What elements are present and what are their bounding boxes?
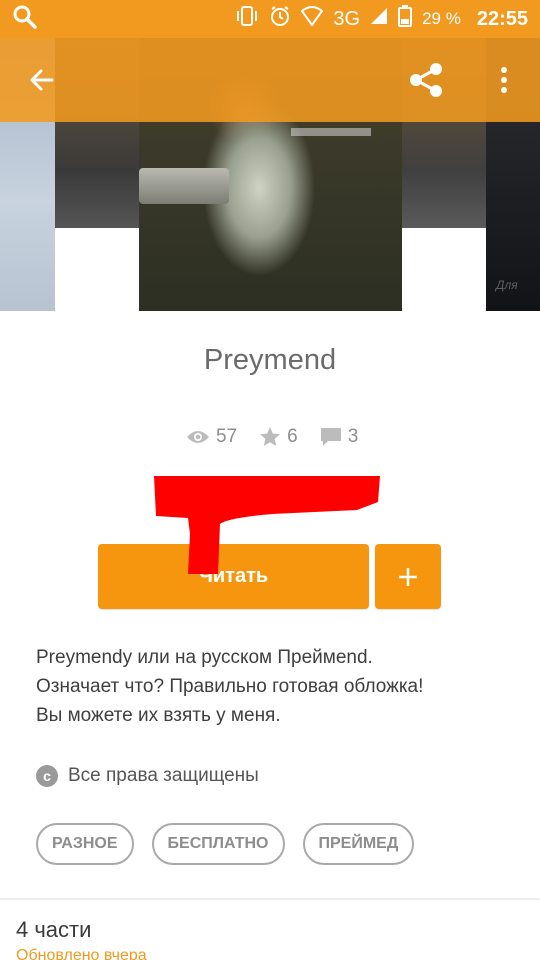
vibrate-icon bbox=[235, 5, 259, 33]
plus-icon bbox=[399, 567, 417, 586]
network-type: 3G bbox=[333, 7, 361, 30]
cover-bench-detail bbox=[139, 168, 229, 204]
section-divider bbox=[0, 898, 540, 900]
battery-icon bbox=[398, 5, 413, 33]
battery-percent: 29 % bbox=[422, 9, 461, 28]
tag-chip[interactable]: ПРЕЙМЕД bbox=[302, 823, 415, 865]
tag-chip[interactable]: БЕСПЛАТНО bbox=[151, 823, 285, 865]
tag-chip[interactable]: РАЗНОЕ bbox=[36, 823, 134, 865]
back-arrow-icon bbox=[30, 69, 54, 91]
back-button[interactable] bbox=[20, 60, 64, 100]
story-stats: 57 6 3 bbox=[186, 426, 358, 448]
votes-count: 6 bbox=[287, 426, 298, 447]
next-cover-text: Для bbox=[496, 278, 518, 292]
comments-stat: 3 bbox=[320, 426, 359, 448]
search-icon[interactable] bbox=[12, 4, 38, 35]
story-description: Preymendy или на русском Преймend. Означ… bbox=[36, 643, 516, 730]
status-bar: 3G 29 % 22:55 bbox=[0, 0, 540, 38]
copyright-icon: c bbox=[36, 765, 58, 787]
eye-icon bbox=[187, 431, 209, 443]
more-options-button[interactable] bbox=[484, 58, 524, 102]
add-to-library-button[interactable] bbox=[375, 544, 441, 609]
story-detail-screen: 3G 29 % 22:55 Для Preymend 57 6 3 Читать… bbox=[0, 0, 540, 960]
alarm-icon bbox=[269, 5, 291, 33]
story-title: Preymend bbox=[203, 344, 337, 376]
red-redaction-mark bbox=[154, 476, 380, 574]
copyright-label: Все права защищены bbox=[68, 765, 259, 786]
signal-icon bbox=[370, 7, 388, 31]
cover-magazine-text bbox=[291, 128, 371, 136]
more-vertical-icon bbox=[501, 67, 507, 93]
tag-list: РАЗНОЕ БЕСПЛАТНО ПРЕЙМЕД bbox=[36, 823, 432, 865]
share-button[interactable] bbox=[402, 58, 450, 102]
comment-icon bbox=[320, 428, 341, 446]
description-line: Preymendy или на русском Преймend. bbox=[36, 647, 373, 668]
comments-count: 3 bbox=[347, 426, 359, 447]
wifi-shield-icon bbox=[301, 6, 324, 32]
views-stat: 57 bbox=[186, 426, 237, 448]
star-icon bbox=[260, 427, 281, 446]
description-line: Означает что? Правильно готовая обложка! bbox=[36, 676, 424, 697]
copyright-row: c Все права защищены bbox=[36, 765, 259, 787]
votes-stat: 6 bbox=[259, 426, 298, 448]
parts-updated-label: Обновлено вчера bbox=[16, 947, 147, 960]
description-line: Вы можете их взять у меня. bbox=[36, 705, 281, 726]
views-count: 57 bbox=[216, 426, 238, 447]
parts-count-title[interactable]: 4 части bbox=[16, 917, 91, 943]
status-time: 22:55 bbox=[476, 7, 528, 30]
app-toolbar bbox=[0, 38, 540, 122]
share-icon bbox=[410, 63, 442, 97]
